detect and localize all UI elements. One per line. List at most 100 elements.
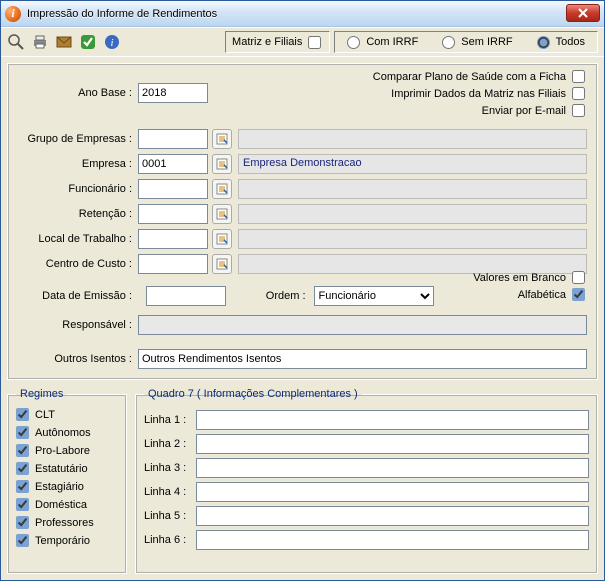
- regime-checkbox[interactable]: [16, 516, 29, 529]
- preview-button[interactable]: [7, 33, 25, 51]
- lookup-icon: [216, 233, 228, 245]
- quadro7-legend: Quadro 7 ( Informações Complementares ): [144, 388, 362, 400]
- lookup-icon: [216, 133, 228, 145]
- empresa-label: Empresa :: [18, 158, 138, 170]
- grupo-lookup-button[interactable]: [212, 129, 232, 149]
- empresa-input[interactable]: [138, 154, 208, 174]
- regime-label: Pro-Labore: [35, 445, 90, 457]
- enviar-email-label: Enviar por E-mail: [482, 105, 566, 117]
- regime-item[interactable]: Doméstica: [16, 498, 118, 511]
- regime-item[interactable]: Estatutário: [16, 462, 118, 475]
- quadro7-row: Linha 1 :: [144, 410, 589, 430]
- ano-base-input[interactable]: [138, 83, 208, 103]
- regime-checkbox[interactable]: [16, 444, 29, 457]
- quadro7-line-input[interactable]: [196, 482, 589, 502]
- sem-irrf-label: Sem IRRF: [461, 36, 512, 48]
- regime-item[interactable]: Autônomos: [16, 426, 118, 439]
- empresa-lookup-button[interactable]: [212, 154, 232, 174]
- local-input[interactable]: [138, 229, 208, 249]
- regime-checkbox[interactable]: [16, 480, 29, 493]
- outros-isentos-input[interactable]: [138, 349, 587, 369]
- quadro7-line-label: Linha 5 :: [144, 510, 196, 522]
- close-button[interactable]: [566, 4, 600, 22]
- help-button[interactable]: i: [103, 33, 121, 51]
- regimes-group: Regimes CLT Autônomos Pro-Labore Estatutári…: [7, 388, 127, 574]
- regime-item[interactable]: Pro-Labore: [16, 444, 118, 457]
- regime-checkbox[interactable]: [16, 408, 29, 421]
- responsavel-label: Responsável :: [18, 319, 138, 331]
- regime-checkbox[interactable]: [16, 426, 29, 439]
- funcionario-display: [238, 179, 587, 199]
- centro-input[interactable]: [138, 254, 208, 274]
- dialog-window: i Impressão do Informe de Rendimentos i: [0, 0, 605, 581]
- funcionario-label: Funcionário :: [18, 183, 138, 195]
- matriz-filiais-label: Matriz e Filiais: [232, 36, 302, 48]
- todos-radio[interactable]: [537, 36, 550, 49]
- regime-checkbox[interactable]: [16, 498, 29, 511]
- regime-label: Temporário: [35, 535, 90, 547]
- regime-item[interactable]: Estagiário: [16, 480, 118, 493]
- regime-label: Estagiário: [35, 481, 84, 493]
- regime-item[interactable]: Professores: [16, 516, 118, 529]
- enviar-email-checkbox[interactable]: [572, 104, 585, 117]
- window-title: Impressão do Informe de Rendimentos: [27, 8, 217, 20]
- regime-item[interactable]: Temporário: [16, 534, 118, 547]
- main-group: Comparar Plano de Saúde com a Ficha Impr…: [7, 63, 598, 380]
- funcionario-lookup-button[interactable]: [212, 179, 232, 199]
- print-button[interactable]: [31, 33, 49, 51]
- retencao-lookup-button[interactable]: [212, 204, 232, 224]
- quadro7-line-input[interactable]: [196, 458, 589, 478]
- comparar-checkbox[interactable]: [572, 70, 585, 83]
- quadro7-row: Linha 4 :: [144, 482, 589, 502]
- quadro7-line-label: Linha 3 :: [144, 462, 196, 474]
- help-icon: i: [103, 33, 121, 51]
- top-right-checks: Comparar Plano de Saúde com a Ficha Impr…: [373, 70, 587, 117]
- local-label: Local de Trabalho :: [18, 233, 138, 245]
- grupo-display: [238, 129, 587, 149]
- quadro7-row: Linha 5 :: [144, 506, 589, 526]
- matriz-filiais-panel: Matriz e Filiais: [225, 31, 330, 53]
- grupo-input[interactable]: [138, 129, 208, 149]
- alfabetica-checkbox[interactable]: [572, 288, 585, 301]
- ordem-select[interactable]: Funcionário: [314, 286, 434, 306]
- ano-base-label: Ano Base :: [18, 87, 138, 99]
- funcionario-input[interactable]: [138, 179, 208, 199]
- email-button[interactable]: [55, 33, 73, 51]
- local-lookup-button[interactable]: [212, 229, 232, 249]
- regimes-legend: Regimes: [16, 388, 67, 400]
- lookup-icon: [216, 208, 228, 220]
- regime-label: Doméstica: [35, 499, 87, 511]
- data-emissao-input[interactable]: [146, 286, 226, 306]
- quadro7-group: Quadro 7 ( Informações Complementares ) …: [135, 388, 598, 574]
- valores-branco-checkbox[interactable]: [572, 271, 585, 284]
- titlebar: i Impressão do Informe de Rendimentos: [1, 1, 604, 27]
- regime-item[interactable]: CLT: [16, 408, 118, 421]
- regime-checkbox[interactable]: [16, 534, 29, 547]
- quadro7-line-input[interactable]: [196, 434, 589, 454]
- outros-isentos-label: Outros Isentos :: [18, 353, 138, 365]
- com-irrf-radio[interactable]: [347, 36, 360, 49]
- matriz-filiais-checkbox[interactable]: [308, 36, 321, 49]
- regime-label: CLT: [35, 409, 55, 421]
- todos-label: Todos: [556, 36, 585, 48]
- responsavel-input[interactable]: [138, 315, 587, 335]
- retencao-input[interactable]: [138, 204, 208, 224]
- info-icon: i: [5, 6, 21, 22]
- quadro7-line-input[interactable]: [196, 506, 589, 526]
- quadro7-line-input[interactable]: [196, 530, 589, 550]
- check-icon: [79, 33, 97, 51]
- sem-irrf-radio[interactable]: [442, 36, 455, 49]
- retencao-label: Retenção :: [18, 208, 138, 220]
- centro-lookup-button[interactable]: [212, 254, 232, 274]
- magnifier-icon: [7, 33, 25, 51]
- quadro7-line-input[interactable]: [196, 410, 589, 430]
- ordem-label: Ordem :: [266, 290, 306, 302]
- regime-checkbox[interactable]: [16, 462, 29, 475]
- confirm-button[interactable]: [79, 33, 97, 51]
- irrf-panel: Com IRRF Sem IRRF Todos: [334, 31, 598, 53]
- quadro7-line-label: Linha 6 :: [144, 534, 196, 546]
- toolbar-right: Matriz e Filiais Com IRRF Sem IRRF Todos: [225, 31, 598, 53]
- imprimir-matriz-checkbox[interactable]: [572, 87, 585, 100]
- envelope-icon: [55, 33, 73, 51]
- com-irrf-label: Com IRRF: [366, 36, 418, 48]
